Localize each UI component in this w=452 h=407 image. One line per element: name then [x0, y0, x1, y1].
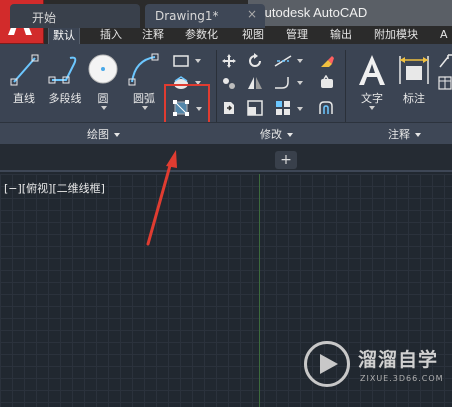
- offset-icon[interactable]: [318, 99, 336, 117]
- new-tab-button[interactable]: +: [275, 151, 297, 169]
- close-icon[interactable]: ×: [247, 7, 257, 21]
- trim-icon[interactable]: [274, 52, 292, 70]
- chevron-down-icon[interactable]: [369, 106, 375, 110]
- tab-more[interactable]: A: [436, 26, 452, 44]
- leader-icon[interactable]: [436, 52, 452, 70]
- modify-panel-title[interactable]: 修改: [260, 126, 293, 142]
- chevron-down-icon[interactable]: [297, 107, 303, 111]
- erase-icon[interactable]: [318, 52, 336, 70]
- text-icon: [359, 55, 385, 85]
- circle-tool[interactable]: 圆: [86, 50, 120, 120]
- table-icon[interactable]: [436, 74, 452, 92]
- tab-view[interactable]: 视图: [238, 26, 268, 44]
- arc-tool[interactable]: 圆弧: [126, 50, 162, 120]
- fillet-icon[interactable]: [274, 74, 292, 92]
- text-tool[interactable]: 文字: [352, 50, 392, 120]
- ribbon-tab-bar: 默认 插入 注释 参数化 视图 管理 输出 附加模块 A: [44, 26, 452, 44]
- watermark-name: 溜溜自学: [358, 349, 439, 371]
- array-icon[interactable]: [274, 99, 292, 117]
- polyline-icon: [48, 56, 77, 84]
- file-tab-bar: [0, 144, 452, 172]
- tab-start-label: 开始: [32, 11, 57, 25]
- window-title: Autodesk AutoCAD: [256, 5, 368, 20]
- move-icon[interactable]: [220, 52, 238, 70]
- tab-output[interactable]: 输出: [326, 26, 356, 44]
- modify-panel-title-text: 修改: [260, 128, 282, 141]
- chevron-down-icon[interactable]: [101, 106, 107, 110]
- draw-panel-title-text: 绘图: [87, 128, 109, 141]
- dimension-label: 标注: [403, 92, 425, 105]
- explode-icon[interactable]: [318, 74, 336, 92]
- tab-insert[interactable]: 插入: [96, 26, 126, 44]
- tab-drawing1-label: Drawing1*: [155, 9, 219, 23]
- tab-annotate[interactable]: 注释: [138, 26, 168, 44]
- play-icon: [304, 341, 350, 387]
- chevron-down-icon[interactable]: [195, 59, 201, 63]
- dimension-icon: [399, 56, 429, 84]
- tab-start[interactable]: 开始: [10, 4, 140, 28]
- chevron-down-icon: [114, 133, 120, 137]
- dimension-tool[interactable]: 标注: [394, 50, 434, 110]
- chevron-down-icon[interactable]: [297, 81, 303, 85]
- tab-parametric[interactable]: 参数化: [181, 26, 222, 44]
- chevron-down-icon: [415, 133, 421, 137]
- title-area: Autodesk AutoCAD: [248, 0, 452, 26]
- ribbon-panel-footer: [0, 122, 452, 144]
- stretch-icon[interactable]: [220, 99, 238, 117]
- annotation-panel-title-text: 注释: [388, 128, 410, 141]
- rectangle-icon[interactable]: [172, 52, 190, 70]
- scale-icon[interactable]: [246, 99, 264, 117]
- watermark-url: ZIXUE.3D66.COM: [360, 374, 444, 383]
- viewport-controls[interactable]: [−][俯视][二维线框]: [4, 180, 105, 196]
- line-icon: [10, 54, 39, 86]
- mirror-icon[interactable]: [246, 74, 264, 92]
- circle-icon: [88, 54, 118, 84]
- chevron-down-icon[interactable]: [142, 106, 148, 110]
- rotate-icon[interactable]: [246, 52, 264, 70]
- chevron-down-icon: [287, 133, 293, 137]
- watermark: 溜溜自学 ZIXUE.3D66.COM: [300, 337, 450, 401]
- tab-default[interactable]: 默认: [48, 26, 80, 44]
- arc-icon: [128, 53, 159, 86]
- draw-panel-title[interactable]: 绘图: [87, 126, 120, 142]
- tab-drawing1[interactable]: Drawing1* ×: [145, 4, 265, 28]
- copy-icon[interactable]: [220, 74, 238, 92]
- annotation-panel-title[interactable]: 注释: [388, 126, 421, 142]
- tab-addins[interactable]: 附加模块: [370, 26, 422, 44]
- y-axis-line: [259, 174, 260, 407]
- tab-manage[interactable]: 管理: [282, 26, 312, 44]
- chevron-down-icon[interactable]: [297, 59, 303, 63]
